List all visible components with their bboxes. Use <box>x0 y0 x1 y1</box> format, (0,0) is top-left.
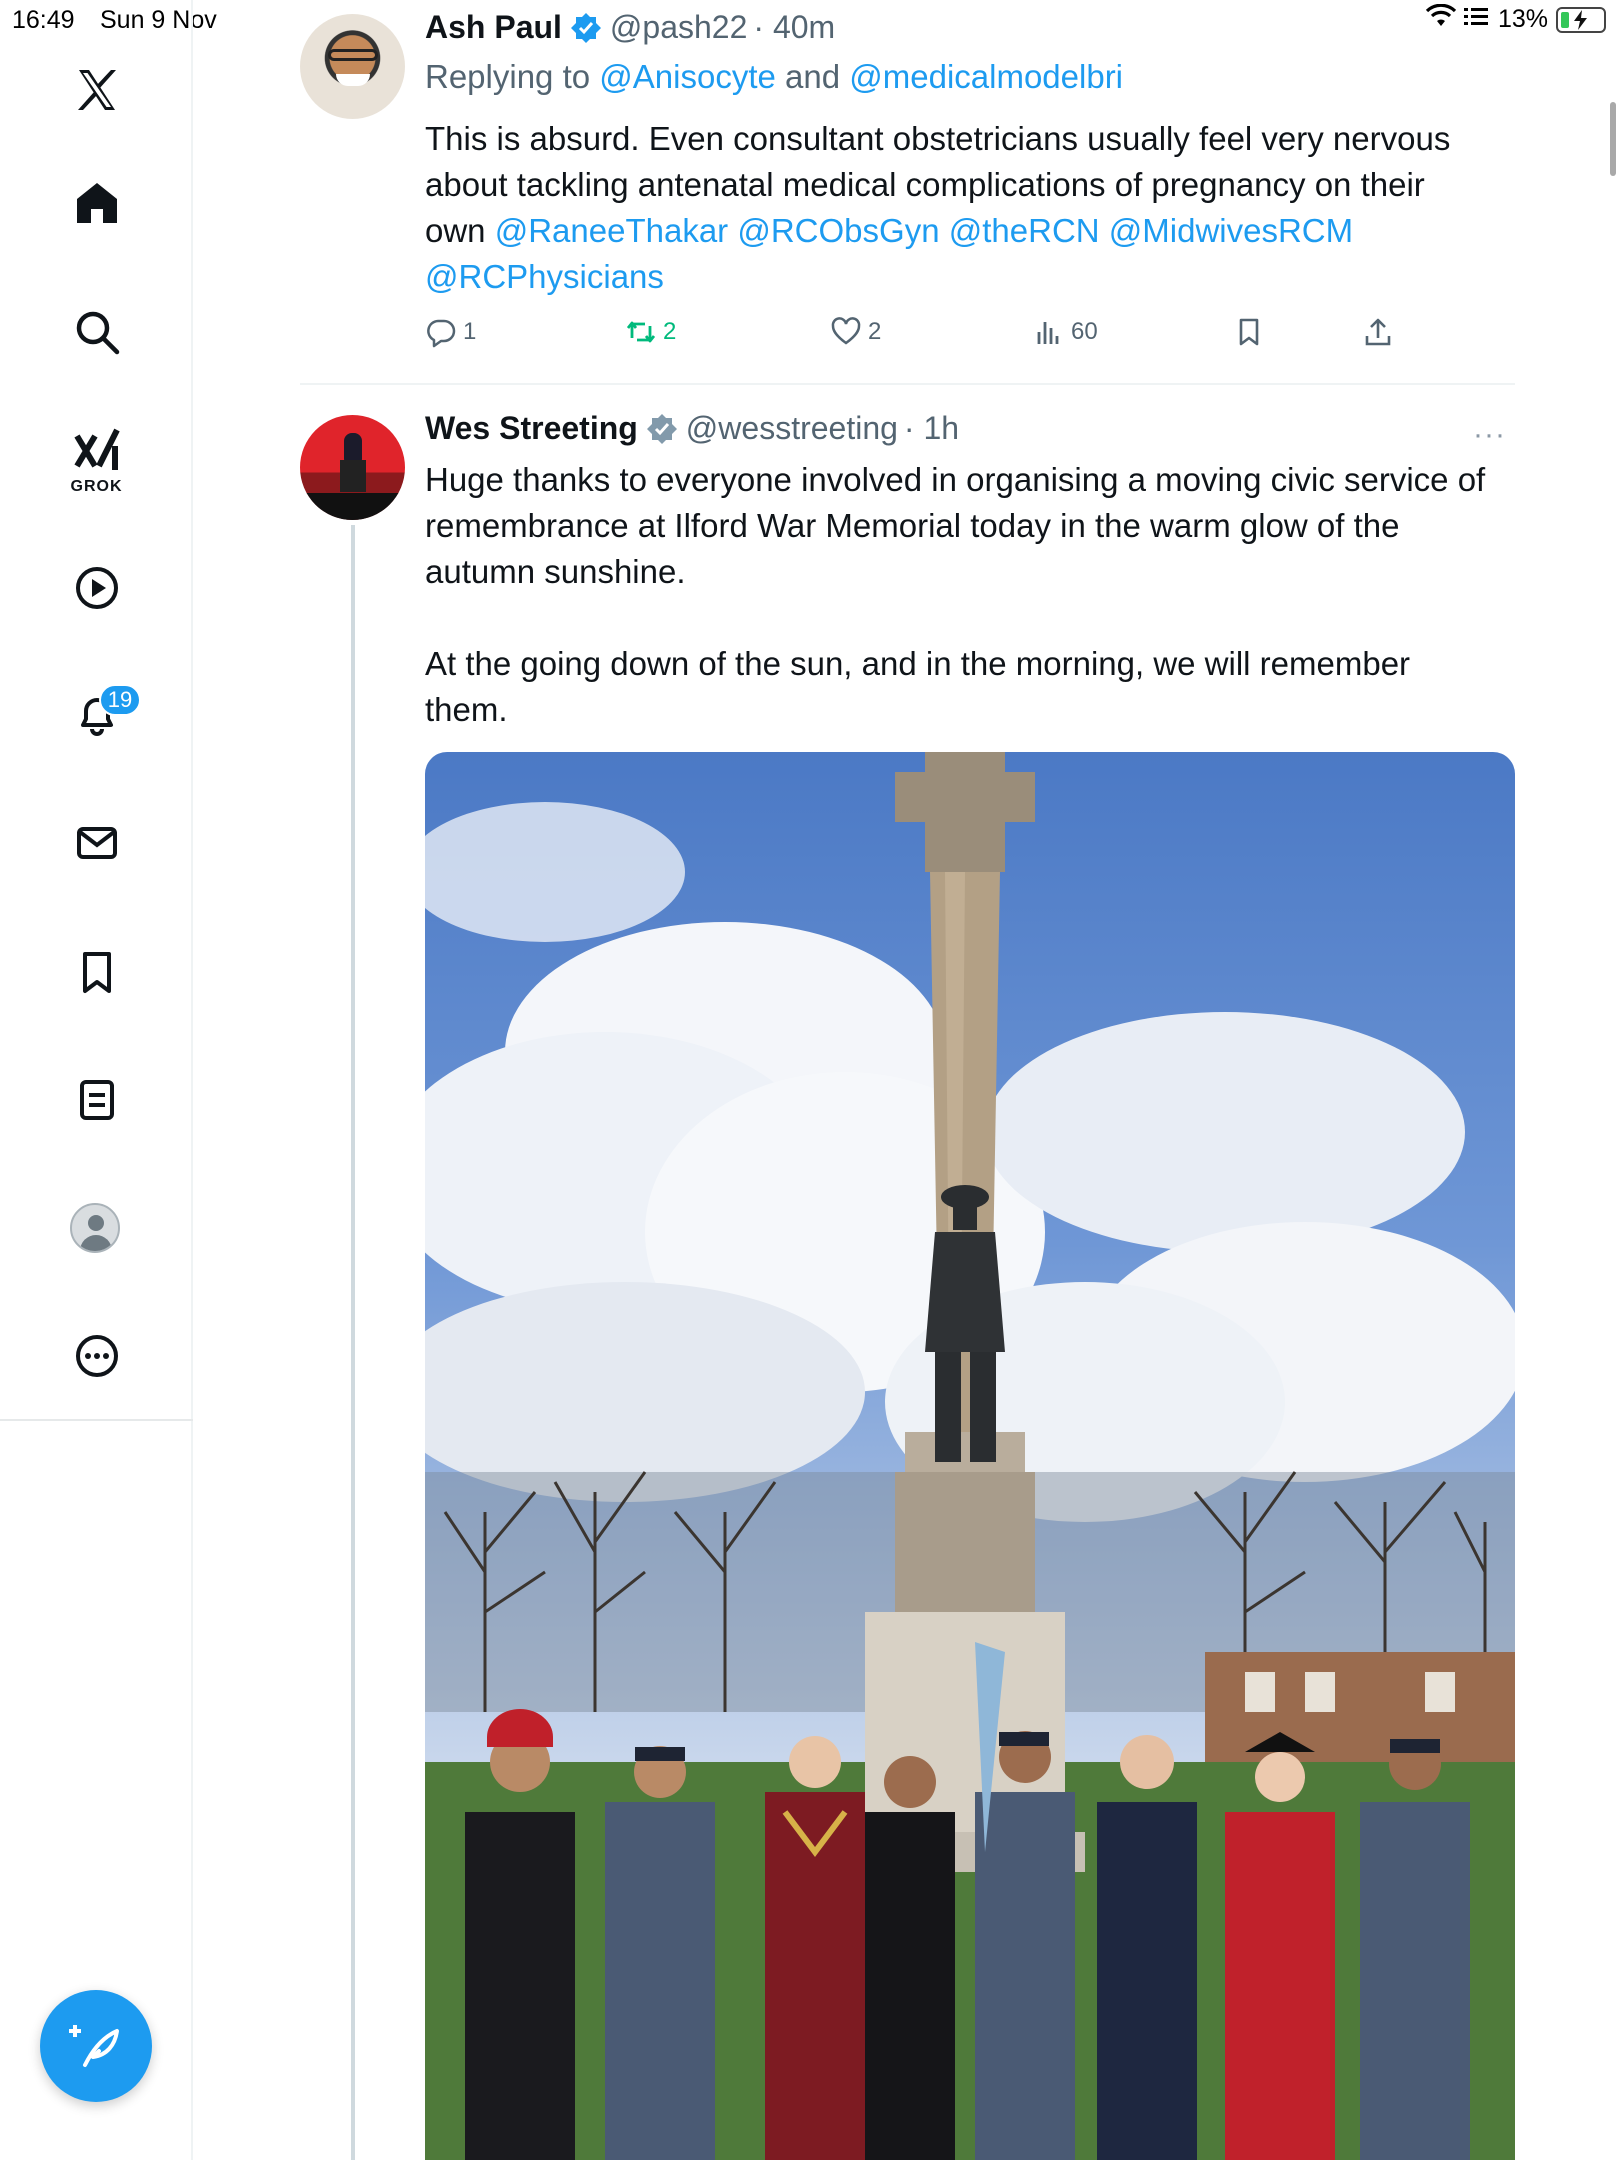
verified-badge-icon <box>570 12 601 43</box>
like-count: 2 <box>868 318 882 345</box>
more-icon[interactable] <box>62 1321 132 1391</box>
video-icon[interactable] <box>62 553 132 623</box>
compose-button[interactable] <box>40 1990 152 2102</box>
sidebar: GROK 19 <box>0 0 193 2160</box>
share-icon <box>1365 318 1391 346</box>
tweet-header: Wes Streeting @wesstreeting · 1h <box>425 410 959 447</box>
wifi-icon <box>1425 3 1457 35</box>
battery-percent: 13% <box>1497 5 1548 33</box>
compose-feather-icon <box>69 2025 119 2067</box>
heart-icon <box>831 317 861 345</box>
mention-link[interactable]: @RCObsGyn <box>737 212 939 249</box>
author-handle[interactable]: @pash22 <box>610 9 747 46</box>
text-line: At the going down of the sun, and in the… <box>425 645 1411 682</box>
tweet-actions: 1 2 2 60 <box>425 316 1425 356</box>
bookmark-icon <box>1239 318 1259 346</box>
views-button[interactable]: 60 <box>1033 316 1098 348</box>
reply-and: and <box>775 58 850 95</box>
retweet-icon <box>626 321 656 343</box>
author-handle[interactable]: @wesstreeting <box>686 410 898 447</box>
mention-link[interactable]: @Anisocyte <box>599 58 776 95</box>
mention-link[interactable]: @RCPhysicians <box>425 258 664 295</box>
more-options-icon[interactable]: ··· <box>1473 418 1506 452</box>
like-button[interactable]: 2 <box>830 316 881 348</box>
scrollbar[interactable] <box>1610 102 1616 176</box>
lists-icon[interactable] <box>62 1065 132 1135</box>
reply-count: 1 <box>463 318 477 345</box>
profile-icon[interactable] <box>70 1203 120 1253</box>
grok-icon[interactable] <box>62 415 132 485</box>
focus-icon <box>1463 5 1490 34</box>
views-icon <box>1037 322 1059 344</box>
war-memorial-photo <box>425 752 1515 2160</box>
text-line: own @RaneeThakar @RCObsGyn @theRCN @Midw… <box>425 212 1354 249</box>
mention-link[interactable]: @MidwivesRCM <box>1109 212 1353 249</box>
bookmark-button[interactable] <box>1233 316 1265 348</box>
text-line: This is absurd. Even consultant obstetri… <box>425 120 1451 157</box>
mention-link[interactable]: @medicalmodelbri <box>849 58 1123 95</box>
tweet-divider <box>300 383 1515 385</box>
search-icon[interactable] <box>62 297 132 367</box>
avatar[interactable] <box>300 14 405 119</box>
messages-icon[interactable] <box>62 808 132 878</box>
avatar[interactable] <box>300 415 405 520</box>
text-line: autumn sunshine. <box>425 553 686 590</box>
home-icon[interactable] <box>62 168 132 238</box>
tweet-time[interactable]: · 1h <box>904 410 959 447</box>
retweet-button[interactable]: 2 <box>625 316 676 348</box>
text-line: about tackling antenatal medical complic… <box>425 166 1425 203</box>
mention-link[interactable]: @RaneeThakar <box>495 212 728 249</box>
tweet-text: This is absurd. Even consultant obstetri… <box>425 116 1450 300</box>
text-line: Huge thanks to everyone involved in orga… <box>425 461 1486 498</box>
bookmarks-icon[interactable] <box>62 937 132 1007</box>
tweet-photo[interactable] <box>425 752 1515 2160</box>
battery-icon <box>1556 6 1606 33</box>
tweet-text: Huge thanks to everyone involved in orga… <box>425 457 1485 733</box>
reply-context: Replying to @Anisocyte and @medicalmodel… <box>425 58 1123 96</box>
thread-line <box>351 525 355 2160</box>
reply-button[interactable]: 1 <box>425 316 476 348</box>
reply-icon <box>427 319 456 348</box>
share-button[interactable] <box>1362 316 1394 348</box>
status-right: 13% <box>1425 3 1606 35</box>
views-count: 60 <box>1071 318 1098 345</box>
author-name[interactable]: Wes Streeting <box>425 410 638 447</box>
mention-link[interactable]: @theRCN <box>949 212 1100 249</box>
notifications-badge: 19 <box>99 684 141 716</box>
reply-prefix: Replying to <box>425 58 600 95</box>
retweet-count: 2 <box>663 318 677 345</box>
text-line: remembrance at Ilford War Memorial today… <box>425 507 1400 544</box>
tweet-time[interactable]: · 40m <box>753 9 835 46</box>
x-logo-icon[interactable] <box>62 55 132 125</box>
text-line: them. <box>425 691 508 728</box>
verified-badge-icon <box>646 413 677 444</box>
sidebar-divider <box>0 1419 193 1421</box>
text-line: @RCPhysicians <box>425 254 1450 300</box>
grok-label: GROK <box>70 478 123 495</box>
tweet-header: Ash Paul @pash22 · 40m <box>425 9 835 46</box>
author-name[interactable]: Ash Paul <box>425 9 562 46</box>
